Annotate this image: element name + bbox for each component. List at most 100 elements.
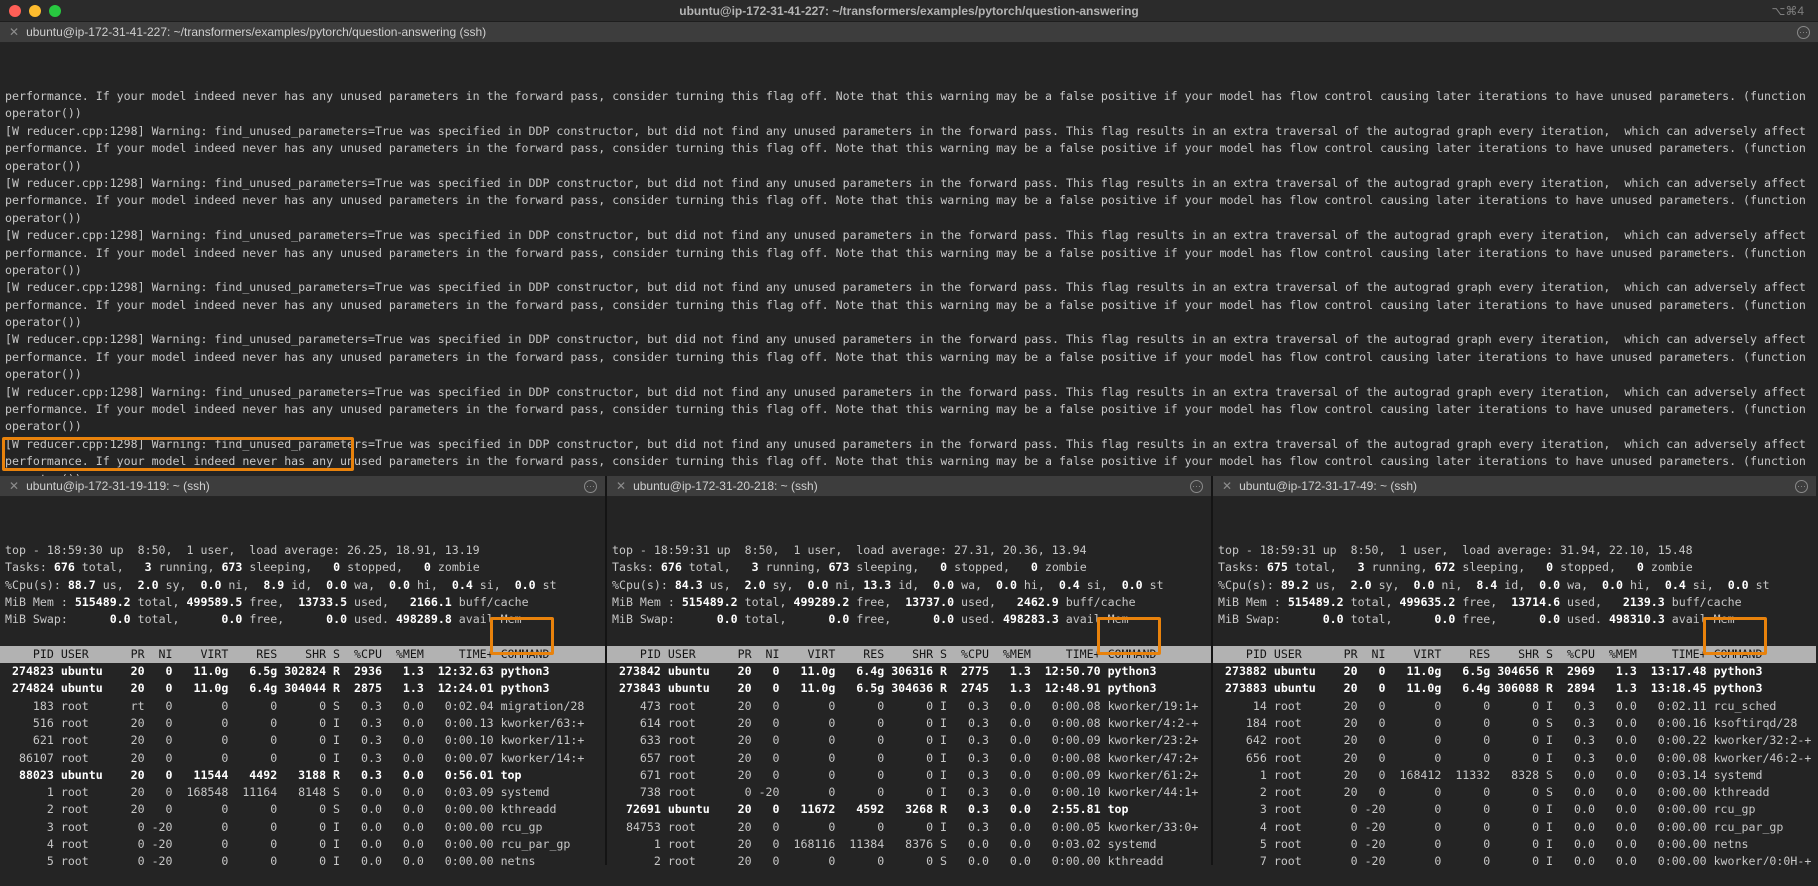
pane-menu-icon[interactable]: ⋯	[584, 480, 597, 493]
process-row: 273843 ubuntu 20 0 11.0g 6.5g 304636 R 2…	[612, 680, 1211, 697]
process-row: 184 root 20 0 0 0 0 S 0.3 0.0 0:00.16 ks…	[1218, 715, 1816, 732]
terminal-line: performance. If your model indeed never …	[5, 140, 1818, 157]
close-pane-icon[interactable]: ✕	[1222, 480, 1232, 492]
terminal-line: %Cpu(s): 89.2 us, 2.0 sy, 0.0 ni, 8.4 id…	[1218, 577, 1816, 594]
terminal-line: performance. If your model indeed never …	[5, 245, 1818, 262]
process-row: 657 root 20 0 0 0 0 I 0.3 0.0 0:00.08 kw…	[612, 750, 1211, 767]
pane-title: ubuntu@ip-172-31-19-119: ~ (ssh)	[26, 479, 210, 493]
terminal-line: Tasks: 675 total, 3 running, 672 sleepin…	[1218, 559, 1816, 576]
process-row: 88023 ubuntu 20 0 11544 4492 3188 R 0.3 …	[5, 767, 605, 784]
close-window-button[interactable]	[9, 5, 21, 17]
process-row: 1 root 20 0 168548 11164 8148 S 0.0 0.0 …	[5, 784, 605, 801]
process-row: 2 root 20 0 0 0 0 S 0.0 0.0 0:00.00 kthr…	[1218, 784, 1816, 801]
minimize-window-button[interactable]	[29, 5, 41, 17]
terminal-line: performance. If your model indeed never …	[5, 401, 1818, 418]
process-row: 7 root 0 -20 0 0 0 I 0.0 0.0 0:00.00 kwo…	[1218, 853, 1816, 865]
process-row: 738 root 0 -20 0 0 0 I 0.3 0.0 0:00.10 k…	[612, 784, 1211, 801]
terminal-line: performance. If your model indeed never …	[5, 297, 1818, 314]
pane-host-17-49: ✕ ubuntu@ip-172-31-17-49: ~ (ssh) ⋯ top …	[1211, 476, 1816, 865]
process-row: 84753 root 20 0 0 0 0 I 0.3 0.0 0:00.05 …	[612, 819, 1211, 836]
process-row: 2 root 20 0 0 0 0 S 0.0 0.0 0:00.00 kthr…	[612, 853, 1211, 865]
process-table-header: PID USER PR NI VIRT RES SHR S %CPU %MEM …	[0, 646, 605, 663]
pane-menu-icon[interactable]: ⋯	[1797, 26, 1810, 39]
terminal-line: Tasks: 676 total, 3 running, 673 sleepin…	[612, 559, 1211, 576]
terminal-line: [W reducer.cpp:1298] Warning: find_unuse…	[5, 436, 1818, 453]
process-row: 473 root 20 0 0 0 0 I 0.3 0.0 0:00.08 kw…	[612, 698, 1211, 715]
terminal-line: MiB Mem : 515489.2 total, 499289.2 free,…	[612, 594, 1211, 611]
process-row: 621 root 20 0 0 0 0 I 0.3 0.0 0:00.10 kw…	[5, 732, 605, 749]
pane-titlebar: ✕ ubuntu@ip-172-31-17-49: ~ (ssh) ⋯	[1213, 476, 1816, 497]
terminal-line: [W reducer.cpp:1298] Warning: find_unuse…	[5, 175, 1818, 192]
terminal-line: %Cpu(s): 88.7 us, 2.0 sy, 0.0 ni, 8.9 id…	[5, 577, 605, 594]
process-row: 274823 ubuntu 20 0 11.0g 6.5g 302824 R 2…	[5, 663, 605, 680]
process-row: 5 root 0 -20 0 0 0 I 0.0 0.0 0:00.00 net…	[5, 853, 605, 865]
terminal-line: top - 18:59:31 up 8:50, 1 user, load ave…	[612, 542, 1211, 559]
terminal-line: operator())	[5, 262, 1818, 279]
terminal-line: operator())	[5, 105, 1818, 122]
terminal-line	[612, 628, 1211, 645]
terminal-line: [W reducer.cpp:1298] Warning: find_unuse…	[5, 227, 1818, 244]
process-table-header: PID USER PR NI VIRT RES SHR S %CPU %MEM …	[607, 646, 1211, 663]
terminal-line: top - 18:59:30 up 8:50, 1 user, load ave…	[5, 542, 605, 559]
terminal-line: [W reducer.cpp:1298] Warning: find_unuse…	[5, 279, 1818, 296]
terminal-line: operator())	[5, 314, 1818, 331]
terminal-line: top - 18:59:31 up 8:50, 1 user, load ave…	[1218, 542, 1816, 559]
top-pane-title: ubuntu@ip-172-31-41-227: ~/transformers/…	[26, 25, 486, 39]
terminal-line	[5, 628, 605, 645]
pane-menu-icon[interactable]: ⋯	[1190, 480, 1203, 493]
terminal-line: performance. If your model indeed never …	[5, 453, 1818, 470]
process-row: 273882 ubuntu 20 0 11.0g 6.5g 304656 R 2…	[1218, 663, 1816, 680]
terminal-line: MiB Swap: 0.0 total, 0.0 free, 0.0 used.…	[5, 611, 605, 628]
terminal-line: performance. If your model indeed never …	[5, 192, 1818, 209]
top-terminal-output[interactable]: performance. If your model indeed never …	[0, 43, 1818, 476]
pane-title: ubuntu@ip-172-31-17-49: ~ (ssh)	[1239, 479, 1417, 493]
pane-titlebar: ✕ ubuntu@ip-172-31-19-119: ~ (ssh) ⋯	[0, 476, 605, 497]
pane-terminal-output[interactable]: top - 18:59:30 up 8:50, 1 user, load ave…	[0, 497, 605, 865]
terminal-line: MiB Mem : 515489.2 total, 499589.5 free,…	[5, 594, 605, 611]
process-row: 3 root 0 -20 0 0 0 I 0.0 0.0 0:00.00 rcu…	[1218, 801, 1816, 818]
process-row: 86107 root 20 0 0 0 0 I 0.3 0.0 0:00.07 …	[5, 750, 605, 767]
window-title: ubuntu@ip-172-31-41-227: ~/transformers/…	[0, 4, 1818, 18]
window-titlebar: ubuntu@ip-172-31-41-227: ~/transformers/…	[0, 0, 1818, 22]
zoom-window-button[interactable]	[49, 5, 61, 17]
pane-menu-icon[interactable]: ⋯	[1795, 480, 1808, 493]
process-row: 671 root 20 0 0 0 0 I 0.3 0.0 0:00.09 kw…	[612, 767, 1211, 784]
pane-titlebar: ✕ ubuntu@ip-172-31-20-218: ~ (ssh) ⋯	[607, 476, 1211, 497]
process-row: 2 root 20 0 0 0 0 S 0.0 0.0 0:00.00 kthr…	[5, 801, 605, 818]
close-pane-icon[interactable]: ✕	[9, 26, 19, 38]
terminal-line: [W reducer.cpp:1298] Warning: find_unuse…	[5, 384, 1818, 401]
terminal-line: MiB Mem : 515489.2 total, 499635.2 free,…	[1218, 594, 1816, 611]
process-row: 3 root 0 -20 0 0 0 I 0.0 0.0 0:00.00 rcu…	[5, 819, 605, 836]
process-row: 5 root 0 -20 0 0 0 I 0.0 0.0 0:00.00 net…	[1218, 836, 1816, 853]
terminal-line: MiB Swap: 0.0 total, 0.0 free, 0.0 used.…	[1218, 611, 1816, 628]
close-pane-icon[interactable]: ✕	[9, 480, 19, 492]
terminal-window: ubuntu@ip-172-31-41-227: ~/transformers/…	[0, 0, 1818, 886]
pane-host-19-119: ✕ ubuntu@ip-172-31-19-119: ~ (ssh) ⋯ top…	[0, 476, 605, 865]
pane-terminal-output[interactable]: top - 18:59:31 up 8:50, 1 user, load ave…	[607, 497, 1211, 865]
process-row: 614 root 20 0 0 0 0 I 0.3 0.0 0:00.08 kw…	[612, 715, 1211, 732]
traffic-lights	[0, 5, 61, 17]
process-row: 274824 ubuntu 20 0 11.0g 6.4g 304044 R 2…	[5, 680, 605, 697]
close-pane-icon[interactable]: ✕	[616, 480, 626, 492]
terminal-line: operator())	[5, 210, 1818, 227]
pane-title: ubuntu@ip-172-31-20-218: ~ (ssh)	[633, 479, 818, 493]
process-row: 273842 ubuntu 20 0 11.0g 6.4g 306316 R 2…	[612, 663, 1211, 680]
process-row: 72691 ubuntu 20 0 11672 4592 3268 R 0.3 …	[612, 801, 1211, 818]
pane-host-20-218: ✕ ubuntu@ip-172-31-20-218: ~ (ssh) ⋯ top…	[605, 476, 1211, 865]
terminal-line: [W reducer.cpp:1298] Warning: find_unuse…	[5, 123, 1818, 140]
pane-terminal-output[interactable]: top - 18:59:31 up 8:50, 1 user, load ave…	[1213, 497, 1816, 865]
terminal-line: operator())	[5, 366, 1818, 383]
process-table-header: PID USER PR NI VIRT RES SHR S %CPU %MEM …	[1213, 646, 1816, 663]
terminal-line: operator())	[5, 158, 1818, 175]
terminal-line: Tasks: 676 total, 3 running, 673 sleepin…	[5, 559, 605, 576]
process-row: 642 root 20 0 0 0 0 I 0.3 0.0 0:00.22 kw…	[1218, 732, 1816, 749]
bottom-pane-row: ✕ ubuntu@ip-172-31-19-119: ~ (ssh) ⋯ top…	[0, 476, 1818, 865]
process-row: 4 root 0 -20 0 0 0 I 0.0 0.0 0:00.00 rcu…	[5, 836, 605, 853]
terminal-line	[1218, 628, 1816, 645]
terminal-line: performance. If your model indeed never …	[5, 349, 1818, 366]
terminal-line: [W reducer.cpp:1298] Warning: find_unuse…	[5, 331, 1818, 348]
process-row: 14 root 20 0 0 0 0 I 0.3 0.0 0:02.11 rcu…	[1218, 698, 1816, 715]
terminal-line: operator())	[5, 418, 1818, 435]
process-row: 656 root 20 0 0 0 0 I 0.3 0.0 0:00.08 kw…	[1218, 750, 1816, 767]
process-row: 183 root rt 0 0 0 0 S 0.3 0.0 0:02.04 mi…	[5, 698, 605, 715]
